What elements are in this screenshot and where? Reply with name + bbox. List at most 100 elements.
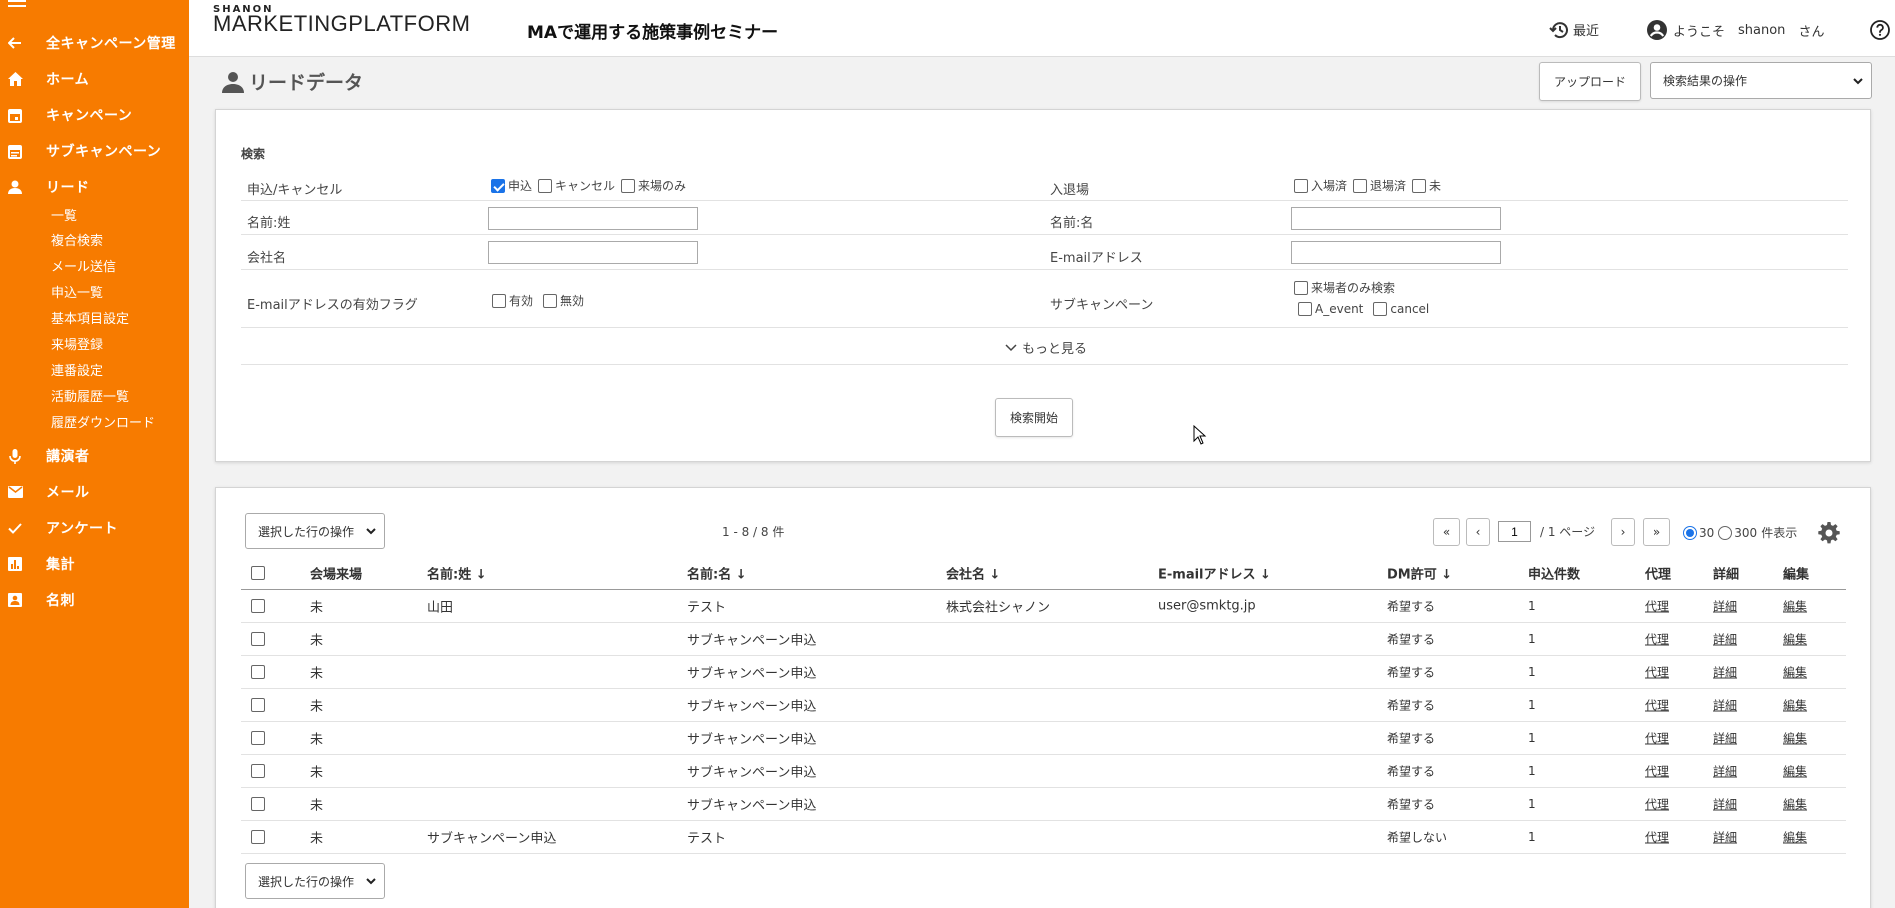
cancel-checkbox[interactable]: キャンセル xyxy=(538,177,615,194)
sidebar-item-mail[interactable]: メール xyxy=(0,478,189,506)
sidebar-item-survey[interactable]: アンケート xyxy=(0,514,189,542)
edit-link[interactable]: 編集 xyxy=(1783,730,1807,747)
sidebar-item-campaign[interactable]: キャンペーン xyxy=(0,101,189,129)
row-checkbox[interactable] xyxy=(251,665,265,679)
detail-link[interactable]: 詳細 xyxy=(1713,829,1737,846)
row-checkbox[interactable] xyxy=(251,797,265,811)
checkbox-label: 未 xyxy=(1429,179,1442,193)
proxy-link[interactable]: 代理 xyxy=(1645,829,1669,846)
a-event-checkbox[interactable]: A_event xyxy=(1298,302,1363,316)
select-all-checkbox[interactable] xyxy=(251,565,265,580)
edit-link[interactable]: 編集 xyxy=(1783,763,1807,780)
show-more-button[interactable]: もっと見る xyxy=(1005,338,1087,357)
row-ops-select-top[interactable]: 選択した行の操作 xyxy=(245,513,385,549)
sidebar-subitem-basic-fields[interactable]: 基本項目設定 xyxy=(51,310,129,330)
last-name-input[interactable] xyxy=(488,207,698,230)
per-page-30-radio[interactable]: 30 xyxy=(1683,525,1714,540)
visit-only-checkbox[interactable]: 来場のみ xyxy=(621,177,686,194)
edit-link[interactable]: 編集 xyxy=(1783,796,1807,813)
sidebar-subitem-list[interactable]: 一覧 xyxy=(51,207,77,227)
exited-checkbox[interactable]: 退場済 xyxy=(1353,177,1406,194)
not-yet-checkbox[interactable]: 未 xyxy=(1412,177,1441,194)
visitor-only-checkbox[interactable]: 来場者のみ検索 xyxy=(1294,279,1395,296)
proxy-link[interactable]: 代理 xyxy=(1645,796,1669,813)
row-checkbox[interactable] xyxy=(251,632,265,646)
sidebar-subitem-sequence-settings[interactable]: 連番設定 xyxy=(51,362,103,382)
col-first-name[interactable]: 名前:名 ↓ xyxy=(687,563,747,582)
company-input[interactable] xyxy=(488,241,698,264)
edit-link[interactable]: 編集 xyxy=(1783,697,1807,714)
entered-checkbox[interactable]: 入場済 xyxy=(1294,177,1347,194)
sidebar-subitem-application-list[interactable]: 申込一覧 xyxy=(51,284,103,304)
row-checkbox[interactable] xyxy=(251,731,265,745)
sidebar-subitem-activity-history[interactable]: 活動履歴一覧 xyxy=(51,388,129,408)
proxy-link[interactable]: 代理 xyxy=(1645,697,1669,714)
detail-link[interactable]: 詳細 xyxy=(1713,730,1737,747)
last-page-button[interactable]: » xyxy=(1643,518,1670,546)
detail-link[interactable]: 詳細 xyxy=(1713,598,1737,615)
row-ops-label: 選択した行の操作 xyxy=(258,874,355,889)
proxy-link[interactable]: 代理 xyxy=(1645,730,1669,747)
search-start-button[interactable]: 検索開始 xyxy=(995,398,1073,437)
page-number-input[interactable] xyxy=(1498,521,1531,542)
recent-button[interactable]: 最近 xyxy=(1549,20,1599,39)
apply-checkbox[interactable]: 申込 xyxy=(491,177,532,194)
sidebar-item-label: メール xyxy=(46,485,90,501)
next-page-button[interactable]: › xyxy=(1611,518,1635,546)
user-menu[interactable]: ようこそ shanon さん xyxy=(1647,20,1824,40)
cell-count: 1 xyxy=(1528,599,1536,613)
valid-checkbox[interactable]: 有効 xyxy=(492,292,533,309)
upload-button[interactable]: アップロード xyxy=(1539,62,1641,101)
first-page-button[interactable]: « xyxy=(1433,518,1460,546)
hamburger-menu-icon[interactable] xyxy=(8,0,26,10)
subcampaign-label: サブキャンペーン xyxy=(1050,298,1154,313)
sidebar-item-home[interactable]: ホーム xyxy=(0,65,189,93)
edit-link[interactable]: 編集 xyxy=(1783,631,1807,648)
help-icon[interactable] xyxy=(1870,20,1890,44)
edit-link[interactable]: 編集 xyxy=(1783,664,1807,681)
invalid-checkbox[interactable]: 無効 xyxy=(543,292,584,309)
proxy-link[interactable]: 代理 xyxy=(1645,664,1669,681)
row-checkbox[interactable] xyxy=(251,830,265,844)
sidebar-subitem-history-download[interactable]: 履歴ダウンロード xyxy=(51,414,155,434)
sidebar-item-lead[interactable]: リード xyxy=(0,173,189,201)
sidebar-item-aggregate[interactable]: 集計 xyxy=(0,550,189,578)
sidebar-subitem-compound-search[interactable]: 複合検索 xyxy=(51,232,103,252)
col-email[interactable]: E-mailアドレス ↓ xyxy=(1158,563,1271,582)
cancel-sub-checkbox[interactable]: cancel xyxy=(1373,302,1429,316)
sidebar-subitem-mail-send[interactable]: メール送信 xyxy=(51,258,116,278)
proxy-link[interactable]: 代理 xyxy=(1645,763,1669,780)
col-count: 申込件数 xyxy=(1528,567,1581,582)
row-checkbox[interactable] xyxy=(251,599,265,613)
gear-icon[interactable] xyxy=(1818,522,1840,548)
edit-link[interactable]: 編集 xyxy=(1783,829,1807,846)
sidebar-item-business-card[interactable]: 名刺 xyxy=(0,586,189,614)
row-checkbox[interactable] xyxy=(251,764,265,778)
cell-first-name: サブキャンペーン申込 xyxy=(687,765,817,781)
proxy-link[interactable]: 代理 xyxy=(1645,598,1669,615)
email-input[interactable] xyxy=(1291,241,1501,264)
sidebar-item-subcampaign[interactable]: サブキャンペーン xyxy=(0,137,189,165)
per-page-300-radio[interactable]: 300 xyxy=(1718,525,1757,540)
sidebar-item-speaker[interactable]: 講演者 xyxy=(0,442,189,470)
search-result-ops-select[interactable]: 検索結果の操作 xyxy=(1650,62,1872,99)
row-checkbox[interactable] xyxy=(251,698,265,712)
per-page-suffix: 件表示 xyxy=(1761,526,1798,540)
detail-link[interactable]: 詳細 xyxy=(1713,796,1737,813)
col-last-name[interactable]: 名前:姓 ↓ xyxy=(427,563,487,582)
row-ops-select-bottom[interactable]: 選択した行の操作 xyxy=(245,863,385,899)
proxy-link[interactable]: 代理 xyxy=(1645,631,1669,648)
edit-link[interactable]: 編集 xyxy=(1783,598,1807,615)
col-company[interactable]: 会社名 ↓ xyxy=(946,563,1000,582)
cell-attend: 未 xyxy=(310,600,324,616)
detail-link[interactable]: 詳細 xyxy=(1713,631,1737,648)
first-name-input[interactable] xyxy=(1291,207,1501,230)
detail-link[interactable]: 詳細 xyxy=(1713,763,1737,780)
detail-link[interactable]: 詳細 xyxy=(1713,664,1737,681)
sidebar-subitem-visit-registration[interactable]: 来場登録 xyxy=(51,336,103,356)
prev-page-button[interactable]: ‹ xyxy=(1466,518,1490,546)
sidebar-item-all-campaigns[interactable]: 全キャンペーン管理 xyxy=(0,29,189,57)
brand-logo[interactable]: SHANON MARKETINGPLATFORM xyxy=(213,4,470,35)
col-dm[interactable]: DM許可 ↓ xyxy=(1387,563,1452,582)
detail-link[interactable]: 詳細 xyxy=(1713,697,1737,714)
